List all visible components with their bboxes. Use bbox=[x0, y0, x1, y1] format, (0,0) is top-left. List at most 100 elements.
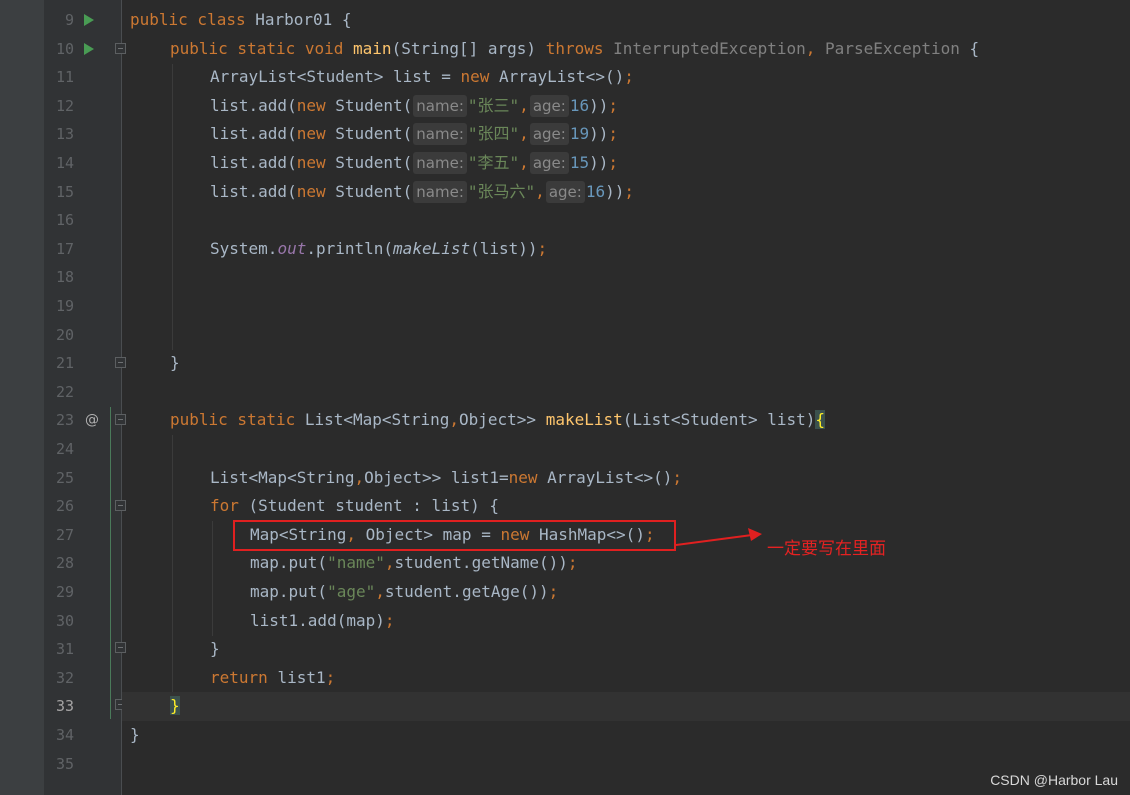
line-number: 25 bbox=[55, 468, 74, 487]
line-number: 22 bbox=[55, 382, 74, 401]
code-line[interactable]: public class Harbor01 { bbox=[122, 6, 1130, 35]
code-token: list.add( bbox=[210, 95, 297, 115]
code-token: } bbox=[210, 639, 220, 659]
run-class-icon[interactable] bbox=[84, 14, 94, 26]
line-number: 30 bbox=[55, 611, 74, 630]
annotation-arrow-icon bbox=[676, 528, 762, 546]
code-token: , bbox=[384, 553, 395, 573]
code-token: list1.add(map) bbox=[250, 610, 385, 630]
line-number: 9 bbox=[64, 11, 74, 29]
code-line[interactable]: } bbox=[122, 635, 1130, 664]
line-number: 35 bbox=[55, 754, 74, 773]
code-line[interactable]: } bbox=[122, 721, 1130, 750]
code-token: ; bbox=[608, 95, 618, 115]
code-token: "张马六" bbox=[467, 181, 536, 201]
code-line[interactable]: list.add(new Student(name: "张三", age: 16)); bbox=[122, 92, 1130, 121]
line-number: 12 bbox=[55, 96, 74, 115]
code-line[interactable]: list.add(new Student(name: "张四", age: 19)); bbox=[122, 120, 1130, 149]
code-token: public class bbox=[130, 10, 256, 29]
watermark: CSDN @Harbor Lau bbox=[990, 772, 1118, 788]
code-line[interactable]: } bbox=[122, 349, 1130, 378]
code-token: } bbox=[130, 725, 140, 744]
code-token: makeList bbox=[393, 238, 471, 258]
code-token: new bbox=[508, 467, 548, 487]
code-line[interactable]: list.add(new Student(name: "张马六", age: 16))… bbox=[122, 178, 1130, 207]
annotation-highlight-box bbox=[233, 520, 676, 551]
code-line[interactable]: map.put("age",student.getAge()); bbox=[122, 578, 1130, 607]
code-token: ; bbox=[624, 67, 634, 87]
code-token: ; bbox=[608, 124, 618, 144]
code-token: , bbox=[449, 410, 459, 430]
code-line[interactable]: map.put("name",student.getName()); bbox=[122, 549, 1130, 578]
code-token: list1 bbox=[277, 667, 326, 687]
code-token: list.add( bbox=[210, 153, 297, 172]
matched-brace: { bbox=[815, 410, 826, 430]
code-token: "张三" bbox=[467, 95, 520, 115]
code-token: Student( bbox=[335, 124, 413, 144]
code-token: , bbox=[354, 467, 365, 487]
code-line[interactable]: System.out.println(makeList(list)); bbox=[122, 235, 1130, 264]
code-token: ; bbox=[672, 467, 683, 487]
parameter-hint: name: bbox=[413, 180, 467, 203]
code-token: )) bbox=[589, 124, 609, 144]
code-token: Student( bbox=[335, 95, 413, 115]
code-token: ; bbox=[548, 582, 559, 601]
line-number: 31 bbox=[55, 640, 74, 659]
code-line[interactable]: list1.add(map); bbox=[122, 607, 1130, 636]
code-token: 16 bbox=[569, 95, 590, 115]
code-token: ; bbox=[537, 238, 548, 258]
code-line[interactable]: return list1; bbox=[122, 664, 1130, 693]
code-token: "李五" bbox=[467, 153, 520, 172]
code-token: (String[] args) bbox=[391, 38, 546, 58]
code-line[interactable]: public static List<Map<String,Object>> m… bbox=[122, 406, 1130, 435]
code-token: , bbox=[535, 181, 545, 201]
line-number: 21 bbox=[55, 354, 74, 373]
code-token: { bbox=[959, 38, 980, 58]
code-token: (list)) bbox=[470, 238, 538, 258]
override-marker-icon[interactable]: @ bbox=[85, 406, 99, 435]
code-token: list.add( bbox=[210, 124, 297, 144]
code-line-current[interactable]: } bbox=[122, 692, 1130, 721]
code-editor[interactable]: 9 10 11 12 13 14 15 16 17 18 19 20 21 22… bbox=[0, 0, 1130, 795]
code-line[interactable]: ArrayList<Student> list = new ArrayList<… bbox=[122, 63, 1130, 92]
method-scope-bar bbox=[110, 407, 111, 719]
line-number: 11 bbox=[55, 68, 74, 87]
code-line[interactable]: for (Student student : list) { bbox=[122, 492, 1130, 521]
line-number: 32 bbox=[55, 668, 74, 687]
code-token: new bbox=[296, 153, 336, 172]
line-number: 14 bbox=[55, 154, 74, 172]
code-line[interactable]: list.add(new Student(name: "李五", age: 15)); bbox=[122, 149, 1130, 178]
code-token: ; bbox=[608, 153, 618, 172]
code-token: new bbox=[296, 124, 336, 144]
code-token: )) bbox=[589, 153, 609, 172]
code-token: Harbor01 { bbox=[255, 10, 352, 29]
line-number: 15 bbox=[55, 182, 74, 201]
code-token: main bbox=[353, 38, 392, 58]
code-token: ParseException bbox=[825, 38, 960, 58]
annotation-note: 一定要写在里面 bbox=[767, 539, 886, 559]
line-number-current: 33 bbox=[55, 697, 74, 716]
code-token: Object>> bbox=[459, 410, 546, 430]
code-token: } bbox=[170, 353, 180, 373]
code-token: )) bbox=[589, 95, 609, 115]
code-token: List<Map<String bbox=[210, 467, 355, 487]
code-token: "age" bbox=[327, 582, 376, 601]
code-token: new bbox=[296, 95, 336, 115]
code-token: (List<Student> list) bbox=[622, 410, 816, 430]
code-token: "name" bbox=[327, 553, 385, 573]
code-line[interactable]: List<Map<String,Object>> list1=new Array… bbox=[122, 464, 1130, 493]
parameter-hint: name: bbox=[413, 94, 467, 117]
code-token: map.put( bbox=[250, 553, 328, 573]
line-number: 10 bbox=[55, 39, 74, 58]
code-token: , bbox=[375, 582, 385, 601]
code-token: 15 bbox=[569, 153, 590, 172]
code-token: Student( bbox=[335, 153, 413, 172]
code-token: ArrayList<>() bbox=[547, 467, 673, 487]
parameter-hint: name: bbox=[413, 123, 467, 146]
code-token: , bbox=[519, 124, 529, 144]
code-token: Student( bbox=[335, 181, 413, 201]
run-main-icon[interactable] bbox=[84, 43, 94, 55]
code-token: makeList bbox=[545, 410, 623, 430]
code-token: System. bbox=[210, 238, 278, 258]
code-line[interactable]: public static void main(String[] args) t… bbox=[122, 35, 1130, 64]
